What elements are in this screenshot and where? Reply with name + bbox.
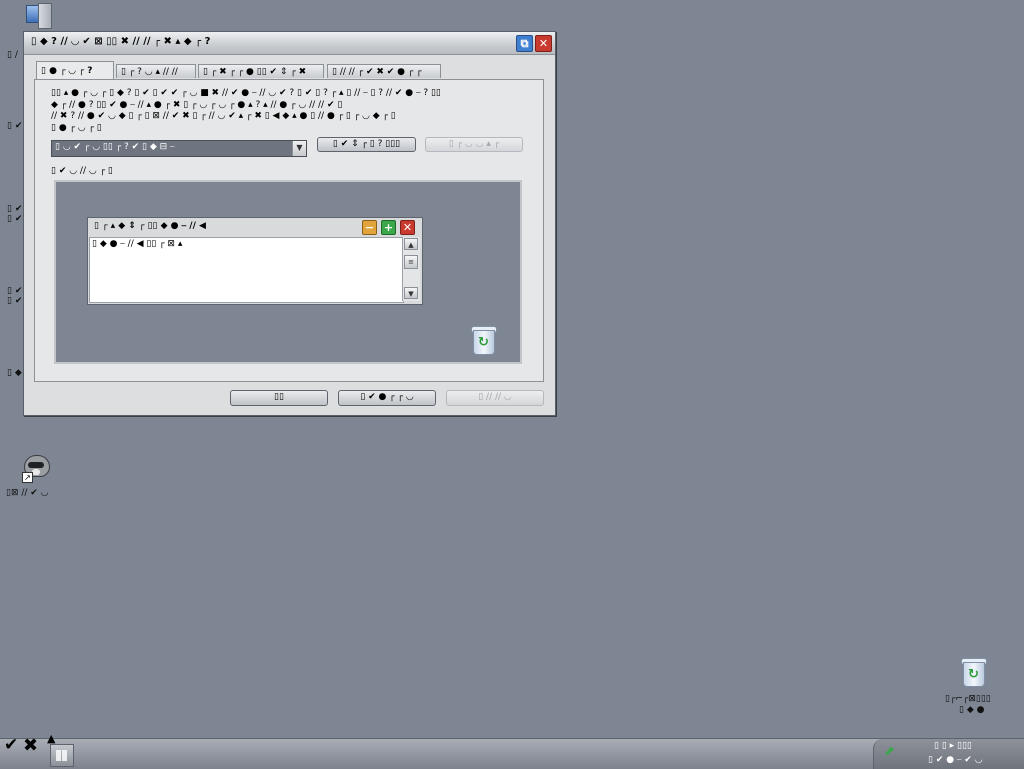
shortcut-arrow-icon: ↗ — [22, 472, 33, 483]
tray-clock-line-1: ▯ ▯ ▸ ▯▯▯ — [934, 741, 972, 751]
taskbar: ✔ ✖ ▲ ⬈ ▯ ▯ ▸ ▯▯▯ ▯ ✔ ● ⎯ ✔ ◡ — [0, 732, 1024, 769]
close-icon: ✕ — [538, 37, 549, 50]
system-tray: ⬈ ▯ ▯ ▸ ▯▯▯ ▯ ✔ ● ⎯ ✔ ◡ — [873, 739, 1024, 769]
check-icon[interactable]: ✔ — [4, 735, 18, 755]
scroll-thumb: ≡ — [404, 255, 418, 269]
sample-label: ▯ ✔ ◡ ∕∕ ◡ ┌ ▯ — [51, 166, 113, 176]
cancel-button[interactable]: ▯ ✔ ● ┌ ┌ ◡ — [338, 390, 436, 406]
maximize-button[interactable]: ⧉ — [516, 35, 533, 52]
description-text: ▯▯ ▴ ● ┌ ◡ ┌ ▯ ◆ ? ▯ ✔ ▯ ✔ ✔ ┌ ◡ ■ ✖ ∕∕ … — [51, 88, 441, 133]
delete-button[interactable]: ▯ ┌ ◡ ◡ ▴ ┌ — [425, 137, 523, 152]
recycle-bin-label-2: ▯ ◆ ● — [959, 705, 985, 715]
dialog-titlebar[interactable]: ▯ ◆ ? ∕∕ ◡ ✔ ⊠ ▯▯ ✖ ∕∕ ∕∕ ┌ ✖ ▴ ◆ ┌ ? ⧉ … — [24, 32, 555, 55]
desktop-label[interactable]: ▯ ✔ ▯ ✔ — [7, 204, 22, 224]
maximize-icon: ⧉ — [520, 37, 529, 50]
theme-settings-dialog: ▯ ◆ ? ∕∕ ◡ ✔ ⊠ ▯▯ ✖ ∕∕ ∕∕ ┌ ✖ ▴ ◆ ┌ ? ⧉ … — [23, 31, 556, 416]
tray-app-icon[interactable]: ⬈ — [884, 745, 898, 759]
grid-icon — [56, 750, 67, 761]
scroll-down-icon: ▼ — [404, 287, 418, 299]
desktop-label[interactable]: ▯ ✔ — [7, 121, 22, 131]
tab-appearance[interactable]: ▯ ∕∕ ∕∕ ┌ ✔ ✖ ✔ ● ┌ ┌ — [327, 64, 441, 78]
desktop-label[interactable]: ▯ ◆ — [7, 368, 22, 378]
preview-window-body: ▯ ◆ ● ⎯ ∕∕ ◀ ▯▯ ┌ ⊠ ▴ — [89, 237, 404, 303]
apply-button[interactable]: ▯ ∕∕ ∕∕ ◡ — [446, 390, 544, 406]
x-icon[interactable]: ✖ — [23, 735, 38, 756]
shortcut-label: ▯⊠ ∕∕ ✔ ◡ — [6, 488, 49, 498]
scroll-up-icon: ▲ — [404, 238, 418, 250]
theme-preview: ▯ ┌ ▴ ◆ ⇕ ┌ ▯▯ ◆ ● ⎯ ∕∕ ◀ − + ✕ ▯ ◆ ● ⎯ … — [54, 180, 522, 364]
my-computer-icon[interactable] — [16, 2, 56, 30]
plus-icon: + — [381, 220, 396, 235]
desktop-label[interactable]: ▯ ✔ ▯ ✔ — [7, 286, 22, 306]
recycle-bin-icon: ↻ — [470, 324, 497, 355]
start-button[interactable] — [50, 744, 74, 767]
recycle-bin-icon: ↻ — [960, 656, 987, 687]
themes-panel: ▯▯ ▴ ● ┌ ◡ ┌ ▯ ◆ ? ▯ ✔ ▯ ✔ ✔ ┌ ◡ ■ ✖ ∕∕ … — [34, 79, 544, 382]
preview-scrollbar: ▲ ≡ ▼ — [402, 237, 420, 301]
tab-themes[interactable]: ▯ ● ┌ ◡ ┌ ? — [36, 61, 114, 79]
close-icon: ✕ — [400, 220, 415, 235]
desktop-label[interactable]: ▯ ∕ — [7, 50, 18, 60]
dialog-title: ▯ ◆ ? ∕∕ ◡ ✔ ⊠ ▯▯ ✖ ∕∕ ∕∕ ┌ ✖ ▴ ◆ ┌ ? — [31, 36, 211, 47]
theme-select-value: ▯ ◡ ✔ ┌ ◡ ▯▯ ┌ ? ✔ ▯ ◆ ⊟ ⎯ — [55, 142, 175, 152]
tab-screen-saver[interactable]: ▯ ┌ ✖ ┌ ┌ ● ▯▯ ✔ ⇕ ┌ ✖ — [198, 64, 324, 78]
save-as-button[interactable]: ▯ ✔ ⇕ ┌ ▯ ? ▯▯▯ — [317, 137, 416, 152]
recycle-bin-label: ▯┌⌐┌⊠▯▯▯ — [945, 694, 991, 704]
preview-window-title: ▯ ┌ ▴ ◆ ⇕ ┌ ▯▯ ◆ ● ⎯ ∕∕ ◀ — [94, 221, 206, 231]
preview-window-text: ▯ ◆ ● ⎯ ∕∕ ◀ ▯▯ ┌ ⊠ ▴ — [92, 239, 183, 249]
minimize-icon: − — [362, 220, 377, 235]
tray-clock-line-2: ▯ ✔ ● ⎯ ✔ ◡ — [928, 755, 983, 765]
tab-desktop[interactable]: ▯ ┌ ? ◡ ▴ ∕∕ ∕∕ — [116, 64, 196, 78]
ok-button[interactable]: ▯▯ — [230, 390, 328, 406]
theme-select[interactable]: ▯ ◡ ✔ ┌ ◡ ▯▯ ┌ ? ✔ ▯ ◆ ⊟ ⎯ ▼ — [51, 140, 307, 157]
chevron-down-icon[interactable]: ▼ — [292, 141, 306, 156]
close-button[interactable]: ✕ — [535, 35, 552, 52]
preview-window: ▯ ┌ ▴ ◆ ⇕ ┌ ▯▯ ◆ ● ⎯ ∕∕ ◀ − + ✕ ▯ ◆ ● ⎯ … — [87, 217, 423, 305]
